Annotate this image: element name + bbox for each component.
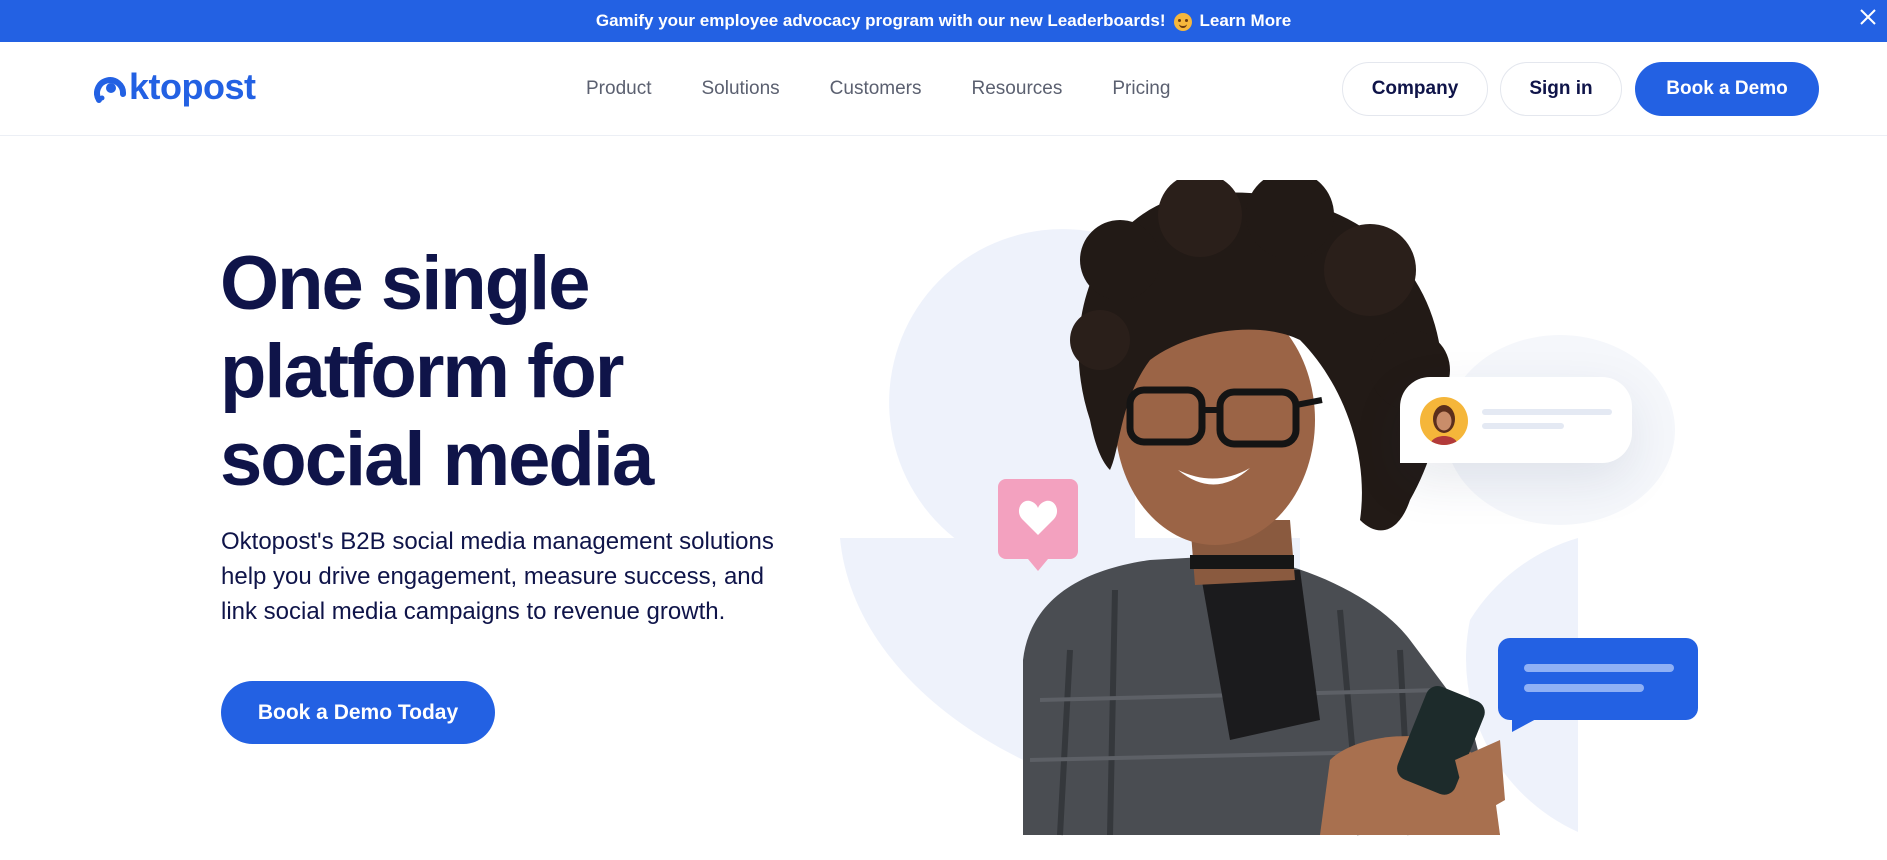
- hero-title-line-1: One single: [220, 241, 591, 326]
- nav-solutions[interactable]: Solutions: [701, 78, 779, 100]
- placeholder-line: [1524, 664, 1674, 672]
- hero-description: Oktopost's B2B social media management s…: [221, 528, 774, 625]
- nav-resources[interactable]: Resources: [972, 78, 1063, 100]
- learn-more-link[interactable]: Learn More: [1200, 11, 1292, 31]
- nav-pricing[interactable]: Pricing: [1112, 78, 1170, 100]
- sign-in-button[interactable]: Sign in: [1500, 62, 1622, 116]
- chat-bubble: [1498, 638, 1698, 732]
- company-button[interactable]: Company: [1342, 62, 1488, 116]
- placeholder-line: [1482, 409, 1612, 415]
- hero-illustration: [840, 180, 1675, 836]
- close-icon[interactable]: [1857, 6, 1879, 28]
- like-bubble: [998, 479, 1078, 571]
- announcement-text: Gamify your employee advocacy program wi…: [595, 11, 1166, 30]
- oktopost-logo[interactable]: ktopost: [94, 66, 256, 108]
- hero-title: One single platform for social media: [220, 240, 840, 504]
- smiley-emoji-icon: [1173, 13, 1192, 31]
- announcement-bar: Gamify your employee advocacy program wi…: [0, 0, 1887, 42]
- nav-product[interactable]: Product: [586, 78, 651, 100]
- heart-icon: [1018, 500, 1058, 535]
- logo-text: ktopost: [129, 66, 256, 107]
- book-demo-today-button[interactable]: Book a Demo Today: [221, 681, 495, 744]
- placeholder-line: [1482, 423, 1564, 429]
- book-demo-button[interactable]: Book a Demo: [1635, 62, 1819, 116]
- site-header: ktopost Product Solutions Customers Reso…: [0, 42, 1887, 136]
- placeholder-line: [1524, 684, 1644, 692]
- profile-comment-card: [1400, 377, 1632, 463]
- hero-title-line-2: platform for: [220, 329, 624, 414]
- main-nav: Product Solutions Customers Resources Pr…: [586, 42, 1220, 136]
- hero-title-line-3: social media: [220, 417, 654, 502]
- nav-customers[interactable]: Customers: [830, 78, 922, 100]
- octopus-logo-icon: [94, 77, 127, 103]
- avatar: [1420, 397, 1468, 445]
